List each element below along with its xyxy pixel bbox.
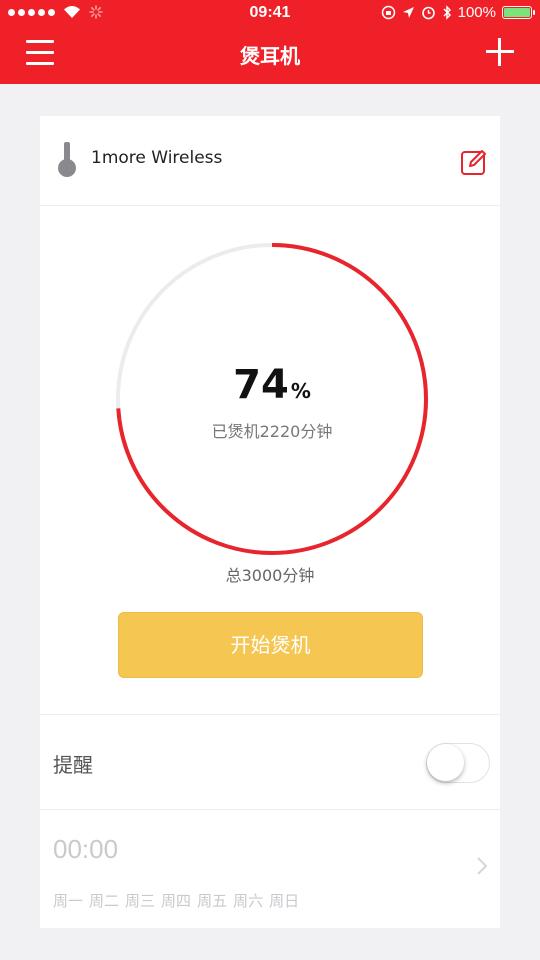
device-row: 1more Wireless: [40, 116, 500, 206]
weekday-mon: 周一: [53, 892, 84, 910]
edit-icon[interactable]: [460, 148, 488, 176]
add-button[interactable]: [486, 38, 514, 66]
location-arrow-icon: [402, 7, 414, 18]
bluetooth-icon: [443, 5, 451, 20]
start-burn-in-button[interactable]: 开始煲机: [118, 612, 423, 678]
burned-minutes: 已煲机2220分钟: [211, 422, 333, 441]
status-right: 100%: [381, 4, 535, 21]
reminder-label: 提醒: [53, 753, 93, 777]
progress-percent: 74%: [113, 362, 431, 408]
total-minutes: 总3000分钟: [225, 566, 315, 585]
battery-icon: [502, 6, 535, 19]
reminder-row: 提醒: [40, 714, 500, 810]
alarm-clock-icon: [421, 6, 435, 20]
weekday-thu: 周四: [161, 892, 192, 910]
reminder-toggle[interactable]: [426, 743, 490, 783]
weekday-sat: 周六: [233, 892, 264, 910]
toggle-knob: [427, 744, 464, 781]
burn-in-card: 1more Wireless 74% 已煲机2220分钟 总3000分钟 开始煲…: [40, 116, 500, 928]
reminder-time: 00:00: [53, 834, 119, 864]
progress-ring: 74% 已煲机2220分钟: [113, 240, 431, 558]
orientation-lock-icon: [381, 5, 395, 20]
weekday-sun: 周日: [269, 892, 300, 910]
page-title: 煲耳机: [240, 44, 300, 68]
progress-percent-value: 74: [233, 362, 289, 408]
weekday-tue: 周二: [89, 892, 120, 910]
status-bar: 09:41 100%: [0, 0, 540, 28]
navigation-bar: 09:41 100% 煲耳机: [0, 0, 540, 84]
device-name: 1more Wireless: [91, 148, 223, 168]
weekday-fri: 周五: [197, 892, 228, 910]
earbud-icon: [58, 142, 76, 177]
battery-percent: 100%: [457, 4, 496, 21]
chevron-right-icon: [477, 857, 488, 875]
progress-percent-unit: %: [290, 379, 311, 403]
weekday-list: 周一 周二 周三 周四 周五 周六 周日: [53, 890, 299, 911]
weekday-wed: 周三: [125, 892, 156, 910]
reminder-schedule-row[interactable]: 00:00 周一 周二 周三 周四 周五 周六 周日: [40, 810, 500, 928]
